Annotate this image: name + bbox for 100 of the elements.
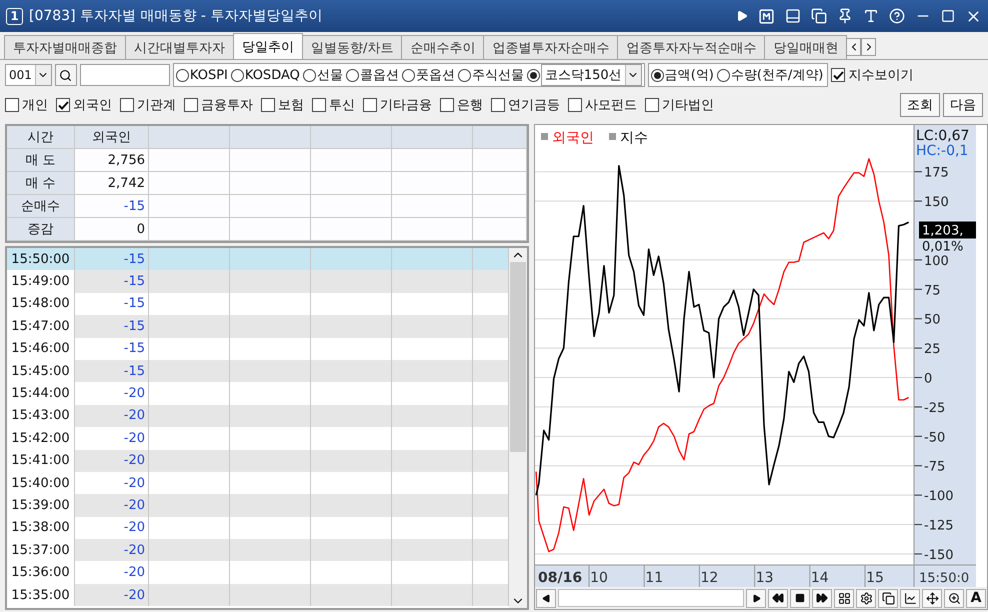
m-box-icon[interactable] xyxy=(758,8,775,24)
radio-label[interactable]: 풋옵션 xyxy=(416,66,455,84)
maximize-icon[interactable] xyxy=(941,9,955,23)
tab[interactable]: 당일추이 xyxy=(233,33,303,59)
tab-right-button[interactable] xyxy=(861,38,876,56)
fast-forward-button[interactable] xyxy=(812,588,832,608)
scroll-right-button[interactable] xyxy=(746,588,766,608)
rewind-button[interactable] xyxy=(768,588,788,608)
tab[interactable]: 투자자별매매종합 xyxy=(4,35,126,59)
checkbox[interactable] xyxy=(440,98,454,112)
table-cell: -20 xyxy=(75,404,149,428)
checkbox-label[interactable]: 연기금등 xyxy=(508,96,560,114)
checkbox[interactable] xyxy=(184,98,198,112)
radio-button[interactable] xyxy=(346,68,359,82)
axis-label: 25 xyxy=(924,342,941,358)
dropdown-button[interactable] xyxy=(34,65,51,85)
checkbox[interactable] xyxy=(568,98,582,112)
checkbox[interactable] xyxy=(56,98,70,112)
tab-left-button[interactable] xyxy=(846,38,862,56)
checkbox[interactable] xyxy=(831,68,846,82)
hc-value: HC:-0,1 xyxy=(916,143,968,159)
checkbox[interactable] xyxy=(120,98,134,112)
radio-button[interactable] xyxy=(650,68,664,82)
text-icon[interactable] xyxy=(863,8,879,24)
play-icon[interactable] xyxy=(736,10,748,22)
checkbox-label[interactable]: 은행 xyxy=(457,96,483,114)
toolbar-button[interactable] xyxy=(834,588,854,608)
table-cell xyxy=(473,494,509,517)
checkbox[interactable] xyxy=(363,98,377,112)
tab[interactable]: 업종별투자자순매수 xyxy=(483,35,618,59)
table-cell: -15 xyxy=(75,195,149,218)
table-cell: -20 xyxy=(75,516,149,540)
panel-icon[interactable] xyxy=(785,8,801,24)
checkbox[interactable] xyxy=(491,98,505,112)
checkbox-label[interactable]: 지수보이기 xyxy=(848,66,914,84)
toolbar-button[interactable] xyxy=(922,588,942,608)
scrollbar[interactable] xyxy=(509,248,527,608)
tab[interactable]: 당일매매현 xyxy=(764,35,848,59)
pin-icon[interactable] xyxy=(837,8,853,24)
help-icon[interactable] xyxy=(889,8,905,24)
action-button[interactable]: 조회 xyxy=(900,93,940,117)
radio-button[interactable] xyxy=(458,68,471,82)
toolbar-button[interactable] xyxy=(900,588,920,608)
row-header: 증감 xyxy=(7,218,75,241)
axis-label: -100 xyxy=(924,489,954,504)
code-combo[interactable]: 001 xyxy=(5,64,52,86)
tab[interactable]: 업종투자자누적순매수 xyxy=(617,35,766,59)
checkbox-label[interactable]: 보험 xyxy=(278,96,304,114)
legend-marker xyxy=(609,133,616,140)
checkbox-label[interactable]: 기타금융 xyxy=(380,96,432,114)
search-button[interactable] xyxy=(54,64,77,86)
checkbox[interactable] xyxy=(645,98,659,112)
toolbar-button[interactable] xyxy=(856,588,876,608)
checkbox[interactable] xyxy=(312,98,326,112)
time-cell[interactable]: 15:50:00 xyxy=(7,248,75,270)
radio-button[interactable] xyxy=(176,68,189,82)
change-percent: 0,01% xyxy=(922,240,964,254)
checkbox-label[interactable]: 외국인 xyxy=(73,96,112,114)
radio-button[interactable] xyxy=(230,68,244,82)
date-label: 08/16 xyxy=(538,570,582,586)
axis-label: -150 xyxy=(924,548,954,563)
radio-button[interactable] xyxy=(716,68,730,82)
end-time-label: 15:50:0 xyxy=(919,571,970,586)
radio-label[interactable]: KOSDAQ xyxy=(244,68,300,82)
checkbox-label[interactable]: 기타법인 xyxy=(662,96,714,114)
table-cell: 2,742 xyxy=(75,172,149,195)
axis-label: 150 xyxy=(924,195,949,210)
scroll-left-button[interactable] xyxy=(536,588,556,608)
tab[interactable]: 순매수추이 xyxy=(401,35,484,59)
radio-button[interactable] xyxy=(302,68,316,82)
radio-label[interactable]: KOSPI xyxy=(190,68,228,82)
stop-button[interactable] xyxy=(790,588,810,608)
radio-label[interactable]: 콜옵션 xyxy=(360,66,399,84)
radio-label[interactable]: 주식선물 xyxy=(472,66,524,84)
checkbox[interactable] xyxy=(261,98,275,112)
tab[interactable]: 일별동향/차트 xyxy=(302,35,402,59)
axis-label: 175 xyxy=(924,166,949,181)
checkbox-label[interactable]: 투신 xyxy=(329,96,355,114)
checkbox-label[interactable]: 개인 xyxy=(22,96,48,114)
checkbox[interactable] xyxy=(5,98,19,112)
toolbar-button[interactable] xyxy=(878,588,898,608)
dropdown-button[interactable] xyxy=(624,65,641,85)
toolbar-button[interactable] xyxy=(944,588,964,608)
copy-icon[interactable] xyxy=(811,8,827,24)
input-field[interactable] xyxy=(80,64,170,86)
scroll-thumb[interactable] xyxy=(510,262,526,452)
radio-button[interactable] xyxy=(526,68,540,82)
radio-label[interactable]: 수량(천주/계약) xyxy=(730,66,824,84)
checkbox-label[interactable]: 사모펀드 xyxy=(585,96,637,114)
radio-label[interactable]: 선물 xyxy=(316,66,343,84)
checkbox-label[interactable]: 금융투자 xyxy=(201,96,253,114)
checkbox-label[interactable]: 기관계 xyxy=(137,96,176,114)
radio-button[interactable] xyxy=(402,68,415,82)
font-button[interactable]: A xyxy=(966,588,986,608)
radio-label[interactable]: 금액(억) xyxy=(664,66,714,84)
market-combo[interactable]: 코스닥150선 xyxy=(540,64,642,86)
tab[interactable]: 시간대별투자자 xyxy=(125,35,234,59)
action-button[interactable]: 다음 xyxy=(943,93,983,117)
axis-label: -50 xyxy=(924,430,946,446)
legend-marker xyxy=(541,133,548,140)
